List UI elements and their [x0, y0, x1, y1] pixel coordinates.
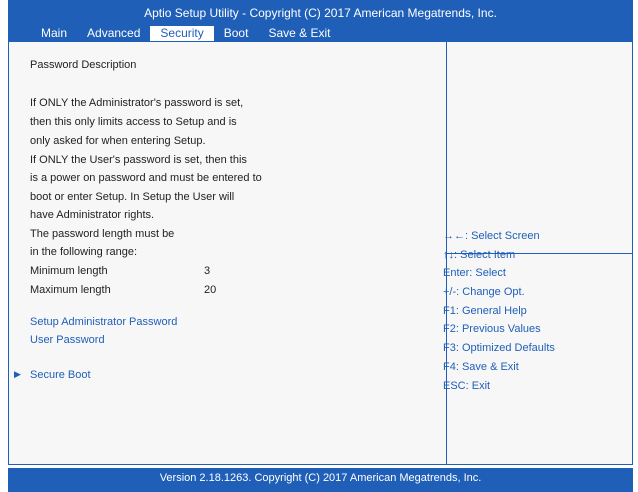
description-line: in the following range: — [30, 246, 138, 258]
tab-security[interactable]: Security — [150, 26, 214, 41]
help-enter-select: Enter: Select — [443, 267, 506, 280]
secure-boot-label: Secure Boot — [30, 369, 91, 381]
help-optimized-defaults: F3: Optimized Defaults — [443, 342, 555, 355]
footer-bar: Version 2.18.1263. Copyright (C) 2017 Am… — [8, 468, 633, 492]
secure-boot-item[interactable]: ▶ Secure Boot — [14, 369, 91, 381]
version-text: Version 2.18.1263. Copyright (C) 2017 Am… — [159, 472, 482, 484]
description-line: have Administrator rights. — [30, 209, 155, 221]
setup-administrator-password-item[interactable]: Setup Administrator Password — [30, 316, 177, 328]
description-line: If ONLY the User's password is set, then… — [30, 154, 247, 166]
help-previous-values: F2: Previous Values — [443, 323, 541, 336]
minimum-length-label: Minimum length — [30, 265, 108, 277]
maximum-length-value: 20 — [204, 284, 217, 296]
description-line: only asked for when entering Setup. — [30, 135, 206, 147]
help-save-exit: F4: Save & Exit — [443, 360, 519, 373]
tab-main[interactable]: Main — [31, 26, 77, 41]
password-description-heading: Password Description — [30, 59, 137, 71]
help-change-option: +/-: Change Opt. — [443, 286, 525, 299]
description-line: then this only limits access to Setup an… — [30, 116, 237, 128]
app-title: Aptio Setup Utility - Copyright (C) 2017… — [144, 6, 497, 20]
submenu-arrow-icon: ▶ — [14, 369, 21, 379]
tab-save-exit[interactable]: Save & Exit — [258, 26, 340, 41]
help-general-help: F1: General Help — [443, 304, 527, 317]
help-escape-exit: ESC: Exit — [443, 379, 491, 392]
header-bar: Aptio Setup Utility - Copyright (C) 2017… — [8, 0, 633, 41]
help-select-item: ↑↓: Select Item — [443, 248, 516, 261]
description-line: boot or enter Setup. In Setup the User w… — [30, 191, 235, 203]
tab-boot[interactable]: Boot — [214, 26, 259, 41]
help-select-screen: →←: Select Screen — [443, 230, 540, 242]
maximum-length-label: Maximum length — [30, 284, 111, 296]
description-line: If ONLY the Administrator's password is … — [30, 97, 244, 109]
help-panel: →←: Select Screen ↑↓: Select Item Enter:… — [443, 230, 555, 398]
user-password-item[interactable]: User Password — [30, 334, 105, 346]
description-line: The password length must be — [30, 228, 175, 240]
tab-bar: Main Advanced Security Boot Save & Exit — [31, 26, 340, 41]
tab-advanced[interactable]: Advanced — [77, 26, 150, 41]
minimum-length-value: 3 — [204, 265, 211, 277]
description-line: is a power on password and must be enter… — [30, 172, 262, 184]
